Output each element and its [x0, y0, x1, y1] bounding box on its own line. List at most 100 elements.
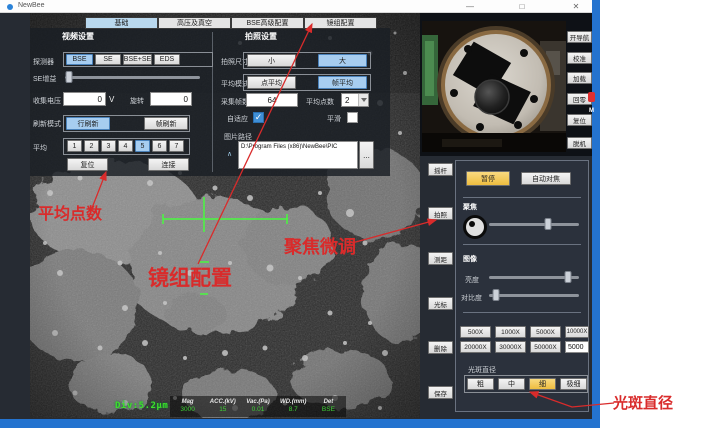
calibrate-button[interactable]: 校准	[567, 52, 592, 64]
refresh-line-button[interactable]: 行刷新	[66, 117, 110, 130]
collect-voltage-input[interactable]: 0	[63, 92, 106, 106]
chevron-down-icon	[358, 94, 368, 106]
se-gain-label: SE增益	[33, 74, 56, 84]
save-button[interactable]: 保存	[428, 386, 453, 399]
spot-extra-fine-button[interactable]: 极细	[560, 378, 587, 390]
chamber-camera-image	[422, 21, 566, 152]
tab-hv-vacuum[interactable]: 高压及真空	[158, 17, 231, 29]
refresh-frame-button[interactable]: 帧刷新	[144, 117, 188, 130]
size-small-button[interactable]: 小	[247, 54, 296, 67]
app-icon	[7, 4, 13, 10]
contrast-slider-thumb[interactable]	[493, 289, 500, 301]
browse-button[interactable]: ...	[359, 141, 374, 169]
focus-slider[interactable]	[489, 218, 579, 230]
mag-30000x-button[interactable]: 30000X	[495, 341, 526, 353]
mag-50000x-button[interactable]: 50000X	[530, 341, 561, 353]
brightness-slider-thumb[interactable]	[565, 271, 572, 283]
annotation-avg-points: 平均点数	[38, 200, 102, 224]
load-button[interactable]: 加载	[567, 72, 592, 84]
cursor-button[interactable]: 光标	[428, 297, 453, 310]
detector-bse-button[interactable]: BSE	[66, 54, 93, 65]
point-average-button[interactable]: 点平均	[247, 76, 296, 89]
average-7-button[interactable]: 7	[169, 140, 184, 152]
spot-fine-button[interactable]: 细	[529, 378, 556, 390]
focus-knob[interactable]	[463, 215, 487, 239]
snapshot-button[interactable]: 拍照	[428, 207, 453, 220]
check-icon: ✓	[255, 112, 263, 123]
size-large-button[interactable]: 大	[318, 54, 367, 67]
contrast-label: 对比度	[461, 293, 482, 303]
mag-1000x-button[interactable]: 1000X	[495, 326, 526, 338]
average-6-button[interactable]: 6	[152, 140, 167, 152]
desktop-icon-letter[interactable]: M	[589, 108, 594, 114]
mag-10000x-button[interactable]: 10000X	[565, 326, 589, 338]
detector-eds-button[interactable]: EDS	[154, 54, 180, 65]
expand-icon[interactable]: ∧	[227, 150, 232, 158]
status-col-wd: WD.(mm)8.7	[276, 396, 311, 417]
tab-bse-advanced[interactable]: BSE高级配置	[231, 17, 304, 29]
average-3-button[interactable]: 3	[101, 140, 116, 152]
annotation-focus-fine: 聚焦微调	[284, 233, 356, 259]
mag-value-input[interactable]: 5000	[565, 341, 589, 353]
spot-medium-button[interactable]: 中	[498, 378, 525, 390]
close-button[interactable]: ✕	[568, 1, 584, 12]
photo-settings-title: 拍照设置	[245, 31, 277, 42]
se-gain-slider[interactable]	[65, 71, 200, 83]
average-4-button[interactable]: 4	[118, 140, 133, 152]
frame-average-button[interactable]: 帧平均	[318, 76, 367, 89]
focus-label: 聚焦	[463, 202, 477, 212]
mag-20000x-button[interactable]: 20000X	[460, 341, 491, 353]
smooth-label: 平滑	[327, 114, 341, 124]
frames-label: 采集帧数	[221, 97, 249, 107]
se-gain-slider-thumb[interactable]	[66, 71, 73, 83]
tab-lens-config[interactable]: 镜组配置	[304, 17, 377, 29]
rotation-input[interactable]: 0	[150, 92, 192, 106]
reset-stage-button[interactable]: 复位	[567, 114, 592, 126]
avg-points-dropdown[interactable]: 2	[341, 93, 369, 107]
brightness-slider[interactable]	[489, 271, 579, 283]
frames-input[interactable]: 64	[246, 93, 298, 107]
status-table: Mag3000 ACC.(kV)15 Vac.(Pa)0.01 WD.(mm)8…	[170, 396, 346, 417]
reset-button[interactable]: 复位	[67, 158, 108, 171]
path-input[interactable]: D:\Program Files (x86)\NewBee\PIC	[238, 141, 358, 169]
focus-slider-thumb[interactable]	[545, 218, 552, 230]
joystick-button[interactable]: 摇杆	[428, 163, 453, 176]
offline-button[interactable]: 脱机	[567, 137, 592, 149]
minimize-button[interactable]: —	[462, 1, 478, 12]
pause-button[interactable]: 暂停	[466, 171, 510, 186]
avg-points-label: 平均点数	[306, 97, 334, 107]
open-navigation-button[interactable]: 开导航	[567, 31, 592, 43]
detector-bse-se-button[interactable]: BSE+SE	[123, 54, 152, 65]
taskbar[interactable]	[0, 419, 600, 428]
mag-500x-button[interactable]: 500X	[460, 326, 491, 338]
auto-fit-label: 自适应	[227, 114, 248, 124]
titlebar: NewBee — □ ✕	[0, 0, 592, 13]
status-col-det: DetBSE	[311, 396, 346, 417]
auto-fit-checkbox[interactable]: ✓	[253, 112, 264, 123]
refresh-mode-label: 刷新模式	[33, 119, 61, 129]
mag-5000x-button[interactable]: 5000X	[530, 326, 561, 338]
measure-distance-button[interactable]: 测距	[428, 252, 453, 265]
annotation-spot-diameter: 光斑直径	[613, 392, 673, 413]
screen: 基础 高压及真空 BSE高级配置 镜组配置 视频设置 探测器 BSE SE BS…	[0, 0, 720, 428]
average-label: 平均	[33, 143, 47, 153]
detector-label: 探测器	[33, 57, 54, 67]
smooth-checkbox[interactable]	[347, 112, 358, 123]
tab-basic[interactable]: 基础	[85, 17, 158, 29]
autofocus-button[interactable]: 自动对焦	[521, 172, 571, 185]
image-section-label: 图像	[463, 254, 477, 264]
average-2-button[interactable]: 2	[84, 140, 99, 152]
average-1-button[interactable]: 1	[67, 140, 82, 152]
spot-coarse-button[interactable]: 粗	[467, 378, 494, 390]
connect-button[interactable]: 连接	[148, 158, 189, 171]
average-5-button[interactable]: 5	[135, 140, 150, 152]
detector-se-button[interactable]: SE	[95, 54, 121, 65]
contrast-slider[interactable]	[489, 289, 579, 301]
voltage-unit: V	[109, 95, 114, 104]
control-panel: 暂停 自动对焦 聚焦 图像 亮度 对比度 500X 1000X 5000X 10…	[455, 160, 589, 412]
delete-button[interactable]: 删除	[428, 341, 453, 354]
maximize-button[interactable]: □	[514, 1, 530, 12]
scale-readout: Div:5.2μm	[115, 401, 168, 411]
status-col-mag: Mag3000	[170, 396, 205, 417]
desktop-icon[interactable]	[588, 92, 595, 102]
